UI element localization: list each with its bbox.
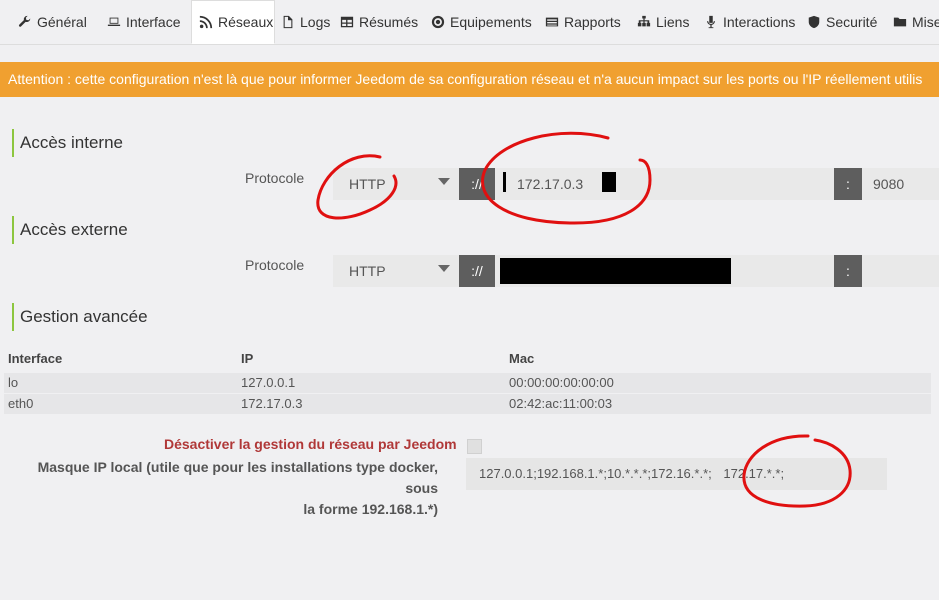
chevron-down-icon bbox=[438, 178, 450, 185]
internal-protocol-label: Protocole bbox=[245, 170, 305, 186]
tab-rapports[interactable]: Rapports bbox=[545, 0, 621, 44]
column-header-interface: Interface bbox=[8, 351, 63, 366]
table-row: eth0 172.17.0.3 02:42:ac:11:00:03 bbox=[4, 394, 931, 414]
sitemap-icon bbox=[637, 15, 651, 27]
cell-ip: 127.0.0.1 bbox=[241, 375, 296, 390]
shield-icon bbox=[808, 15, 820, 29]
column-header-ip: IP bbox=[241, 351, 254, 366]
internal-separator: :// bbox=[459, 168, 495, 200]
cell-interface: eth0 bbox=[8, 396, 34, 411]
ip-mask-label: Masque IP local (utile que pour les inst… bbox=[37, 459, 438, 517]
tab-liens[interactable]: Liens bbox=[637, 0, 689, 44]
internal-port-separator: : bbox=[834, 168, 862, 200]
list-icon bbox=[545, 17, 559, 27]
tab-interactions[interactable]: Interactions bbox=[704, 0, 795, 44]
text-cursor bbox=[503, 172, 506, 192]
rss-icon bbox=[199, 15, 213, 29]
chevron-down-icon bbox=[438, 265, 450, 272]
tab-resumes[interactable]: Résumés bbox=[340, 0, 418, 44]
disable-network-label: Désactiver la gestion du réseau par Jeed… bbox=[164, 436, 457, 452]
network-warning-alert: Attention : cette configuration n'est là… bbox=[0, 62, 939, 97]
column-header-mac: Mac bbox=[509, 351, 535, 366]
section-title-advanced: Gestion avancée bbox=[12, 303, 148, 331]
tab-mise[interactable]: Mise bbox=[893, 0, 939, 44]
external-port-separator: : bbox=[834, 255, 862, 287]
internal-host-input[interactable]: 172.17.0.3 bbox=[495, 168, 834, 200]
ip-mask-input[interactable]: 127.0.0.1;192.168.1.*;10.*.*.*;172.16.*.… bbox=[466, 458, 887, 490]
section-title-internal: Accès interne bbox=[12, 129, 123, 157]
table-row: lo 127.0.0.1 00:00:00:00:00:00 bbox=[4, 373, 931, 393]
tab-logs[interactable]: Logs bbox=[281, 0, 330, 44]
cell-interface: lo bbox=[8, 375, 19, 390]
cell-mac: 00:00:00:00:00:00 bbox=[509, 375, 614, 390]
cell-mac: 02:42:ac:11:00:03 bbox=[509, 396, 613, 411]
tab-general[interactable]: Général bbox=[18, 0, 87, 44]
laptop-icon bbox=[107, 17, 121, 26]
table-icon bbox=[340, 16, 354, 28]
disable-network-checkbox[interactable] bbox=[467, 439, 482, 454]
file-icon bbox=[283, 15, 293, 29]
tab-equipements[interactable]: Equipements bbox=[431, 0, 532, 44]
section-title-external: Accès externe bbox=[12, 216, 128, 244]
external-protocol-label: Protocole bbox=[245, 257, 305, 273]
tab-reseaux[interactable]: Réseaux bbox=[191, 0, 275, 44]
cell-ip: 172.17.0.3 bbox=[241, 396, 303, 411]
external-port-input[interactable] bbox=[862, 255, 939, 287]
eye-icon bbox=[431, 15, 445, 29]
internal-port-input[interactable]: 9080 bbox=[862, 168, 939, 200]
settings-tabs: Général Interface Réseaux Logs Résumés E… bbox=[0, 0, 939, 45]
microphone-icon bbox=[707, 15, 715, 29]
folder-icon bbox=[893, 17, 907, 27]
redacted-block bbox=[602, 172, 616, 192]
tab-securite[interactable]: Securité bbox=[807, 0, 877, 44]
tab-interface[interactable]: Interface bbox=[107, 0, 180, 44]
external-separator: :// bbox=[459, 255, 495, 287]
redacted-block bbox=[500, 258, 731, 284]
wrench-icon bbox=[18, 15, 31, 27]
